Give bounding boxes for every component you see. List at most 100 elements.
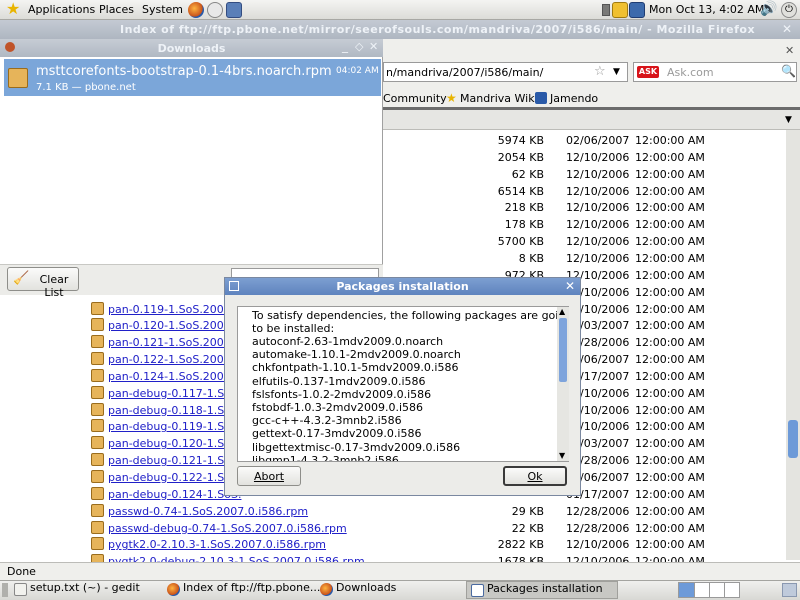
search-bar[interactable]: ASK Ask.com 🔍 [633,62,797,82]
file-time: 12:00:00 AM [635,353,705,367]
abort-label: Abort [253,470,285,483]
file-time: 12:00:00 AM [635,134,705,147]
close-icon[interactable]: ✕ [369,40,378,53]
task-packages-installation[interactable]: Packages installation [466,581,618,599]
task-gedit[interactable]: setup.txt (~) - gedit [10,581,162,599]
task-label: Packages installation [487,582,603,595]
volume-icon[interactable]: 🔊 [760,1,777,17]
file-size: 6514 KB [497,184,544,198]
task-firefox[interactable]: Index of ftp://ftp.pbone... [163,581,320,599]
file-link[interactable]: pan-0.124-1.SoS.2007. [108,370,234,383]
page-scrollbar-thumb[interactable] [788,420,798,458]
workspace-2[interactable] [694,583,709,597]
scroll-down-icon[interactable]: ▼ [559,451,565,460]
dialog-icon [471,584,484,597]
file-link[interactable]: pan-debug-0.118-1.SoS. [108,404,241,417]
firefox-icon [320,583,333,596]
file-link[interactable]: pan-0.121-1.SoS.2007. [108,336,234,349]
workspace-1[interactable] [679,583,694,597]
tab-close-icon[interactable]: ✕ [785,44,794,57]
trash-icon[interactable] [782,583,797,597]
workspace-4[interactable] [724,583,740,597]
page-scrollbar[interactable] [786,130,800,560]
menu-system[interactable]: System [142,3,183,16]
ok-button[interactable]: Ok [503,466,567,486]
package-line: fstobdf-1.0.3-2mdv2009.0.i586 [252,401,424,414]
file-size: 2822 KB [497,538,544,552]
jamendo-icon [535,92,547,104]
monitor-launcher-icon[interactable] [226,2,242,18]
file-time: 12:00:00 AM [635,235,705,249]
file-link[interactable]: pan-debug-0.122-1.SoS. [108,471,241,484]
file-link[interactable]: pan-debug-0.120-1.SoS. [108,437,241,450]
url-dropdown-icon[interactable]: ▼ [613,67,620,77]
scroll-up-icon[interactable]: ▲ [559,307,565,316]
close-icon[interactable]: ✕ [565,279,575,293]
status-bar: Done [0,562,800,580]
clear-list-label: Clear List [39,273,69,299]
package-line: automake-1.10.1-2mdv2009.0.noarch [252,348,461,362]
file-link[interactable]: pan-0.119-1.SoS.2007. [108,303,234,316]
bookmark-jamendo[interactable]: Jamendo [550,92,598,105]
file-time: 12:00:00 AM [635,386,705,400]
workspace-3[interactable] [709,583,724,597]
file-row: pygtk2.0-2.10.3-1.SoS.2007.0.i586.rpm 282… [0,536,800,552]
file-time: 12:00:00 AM [635,521,705,535]
file-time: 12:00:00 AM [635,538,705,552]
menu-places[interactable]: Places [99,3,134,16]
bookmark-star-icon[interactable]: ☆ [594,64,606,79]
package-line: autoconf-2.63-1mdv2009.0.noarch [252,335,444,348]
task-downloads[interactable]: Downloads [316,581,464,599]
maximize-icon[interactable]: ◇ [355,40,363,53]
clock[interactable]: Mon Oct 13, 4:02 AM [649,3,764,16]
clear-list-button[interactable]: 🧹 Clear List [7,267,79,299]
file-link[interactable]: pan-debug-0.124-1.SoS. [108,488,241,501]
workspace-switcher[interactable] [678,582,740,598]
close-icon[interactable]: ✕ [782,22,792,36]
file-link[interactable]: passwd-0.74-1.SoS.2007.0.i586.rpm [108,505,308,518]
minimize-icon[interactable]: _ [342,39,348,53]
file-date: 12/10/2006 [566,167,630,181]
packages-scrollbar-thumb[interactable] [559,318,567,382]
search-placeholder: Ask.com [667,66,714,79]
package-icon [91,318,104,332]
file-time: 12:00:00 AM [635,285,705,299]
file-size: 22 KB [511,521,544,535]
abort-button[interactable]: Abort [237,466,301,486]
notification-icon[interactable] [612,2,628,18]
power-icon[interactable]: ⏻ [781,2,797,18]
menu-applications[interactable]: Applications [28,3,95,16]
url-text: n/mandriva/2007/i586/main/ [386,66,544,79]
tab-list-icon[interactable]: ▼ [785,115,792,125]
file-time: 12:00:00 AM [635,268,705,282]
package-icon [91,402,104,416]
file-link[interactable]: pan-0.120-1.SoS.2007. [108,319,234,332]
package-icon [91,368,104,382]
url-bar[interactable]: n/mandriva/2007/i586/main/ ☆ ▼ [383,62,628,82]
file-time: 12:00:00 AM [635,201,705,215]
search-icon[interactable]: 🔍 [781,64,796,78]
file-link[interactable]: pan-debug-0.117-1.SoS. [108,387,241,400]
screenshot-launcher-icon[interactable] [207,2,223,18]
download-item[interactable]: msttcorefonts-bootstrap-0.1-4brs.noarch.… [4,59,381,96]
bookmark-star-icon: ★ [446,91,457,105]
ask-engine-icon[interactable]: ASK [637,66,659,78]
file-time: 12:00:00 AM [635,471,705,484]
file-time: 12:00:00 AM [635,437,705,451]
packages-textview[interactable]: To satisfy dependencies, the following p… [237,306,569,462]
file-link[interactable]: pan-0.122-1.SoS.2007. [108,353,234,366]
file-link[interactable]: pygtk2.0-2.10.3-1.SoS.2007.0.i586.rpm [108,538,326,551]
firefox-launcher-icon[interactable] [188,2,204,18]
file-size: 218 KB [504,201,544,215]
file-link[interactable]: pan-debug-0.121-1.SoS. [108,454,241,467]
package-icon [91,301,104,315]
network-icon[interactable] [629,2,645,18]
bookmark-mandriva-wiki[interactable]: Mandriva Wiki [460,92,538,105]
file-link[interactable]: pan-debug-0.119-1.SoS. [108,420,241,433]
bookmark-community[interactable]: Community [383,92,447,105]
downloads-title: Downloads [157,42,226,55]
mandriva-star-icon[interactable]: ★ [6,1,20,17]
file-size: 5700 KB [497,235,544,249]
file-link[interactable]: passwd-debug-0.74-1.SoS.2007.0.i586.rpm [108,522,347,535]
task-label: Downloads [336,581,397,594]
